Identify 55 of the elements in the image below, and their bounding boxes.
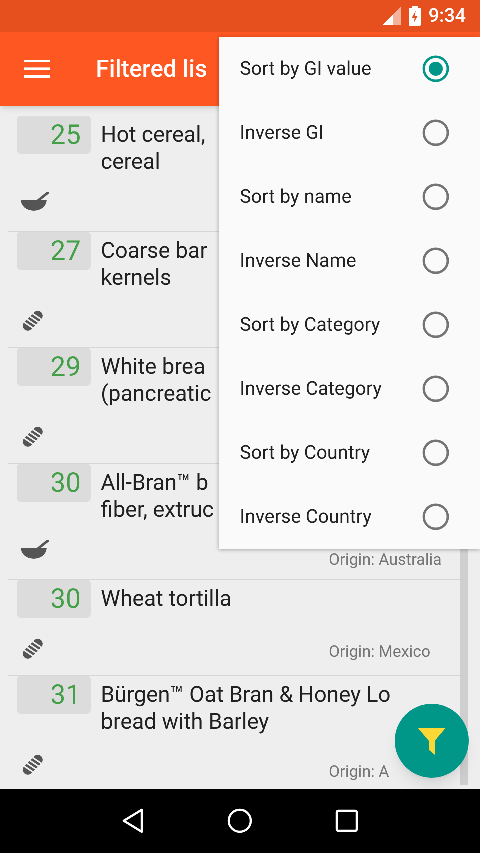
radio-button[interactable]	[422, 503, 450, 531]
option-label: Inverse Country	[240, 504, 372, 530]
food-name: Coarse bar	[101, 238, 208, 265]
food-name: Bürgen™ Oat Bran & Honey Lo	[101, 682, 391, 709]
signal-icon	[382, 7, 401, 25]
radio-button[interactable]	[422, 439, 450, 467]
food-name: Hot cereal,	[101, 122, 206, 149]
origin-label: Origin: Australia	[329, 549, 442, 571]
back-icon[interactable]	[121, 808, 145, 834]
battery-charging-icon	[408, 6, 421, 26]
food-name: Wheat tortilla	[101, 586, 232, 613]
radio-button[interactable]	[422, 183, 450, 211]
gi-value: 31	[17, 676, 91, 714]
sort-option[interactable]: Sort by GI value	[219, 37, 480, 101]
sort-option[interactable]: Sort by name	[219, 165, 480, 229]
bowl-icon	[20, 540, 50, 560]
bowl-icon	[20, 192, 50, 212]
sort-option[interactable]: Sort by Category	[219, 293, 480, 357]
gi-value: 30	[17, 580, 91, 618]
screen-title: Filtered lis	[96, 54, 208, 85]
option-label: Sort by name	[240, 184, 352, 210]
menu-icon	[24, 60, 50, 78]
food-name: (pancreatic	[101, 381, 212, 408]
option-label: Sort by GI value	[240, 56, 372, 82]
food-name: fiber, extruc	[101, 497, 214, 524]
food-name: bread with Barley	[101, 709, 270, 736]
origin-label: Origin: Mexico	[329, 641, 431, 663]
option-label: Inverse Category	[240, 376, 382, 402]
option-label: Sort by Category	[240, 312, 380, 338]
option-label: Sort by Country	[240, 440, 370, 466]
radio-button[interactable]	[422, 375, 450, 403]
gi-value: 25	[17, 116, 91, 154]
radio-button[interactable]	[422, 119, 450, 147]
radio-button[interactable]	[422, 247, 450, 275]
sort-option[interactable]: Inverse Name	[219, 229, 480, 293]
gi-value: 30	[17, 464, 91, 502]
food-name: kernels	[101, 265, 173, 292]
radio-button[interactable]	[422, 55, 450, 83]
sort-option[interactable]: Sort by Country	[219, 421, 480, 485]
clock-time: 9:34	[428, 2, 466, 29]
home-icon[interactable]	[227, 808, 253, 834]
option-label: Inverse GI	[240, 120, 324, 146]
gi-value: 27	[17, 232, 91, 270]
filter-icon	[417, 726, 447, 756]
sort-option[interactable]: Inverse GI	[219, 101, 480, 165]
option-label: Inverse Name	[240, 248, 356, 274]
radio-button[interactable]	[422, 311, 450, 339]
food-name: cereal	[101, 149, 162, 176]
origin-label: Origin: A	[329, 761, 390, 783]
sort-option[interactable]: Inverse Category	[219, 357, 480, 421]
gi-value: 29	[17, 348, 91, 386]
food-name: All-Bran™ b	[101, 470, 210, 497]
food-name: White brea	[101, 354, 207, 381]
sort-option[interactable]: Inverse Country	[219, 485, 480, 549]
recents-icon[interactable]	[335, 809, 359, 833]
